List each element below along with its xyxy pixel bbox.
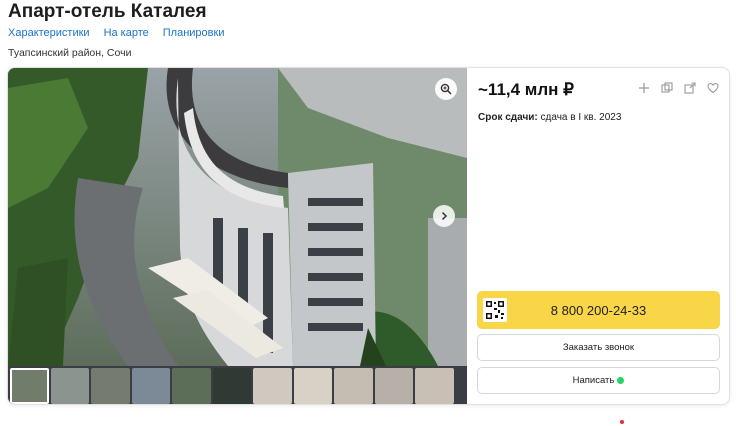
listing-card: ~11,4 млн ₽ Срок сдачи: сдача в I кв. 20… — [7, 67, 730, 405]
building-photo — [8, 68, 467, 366]
thumbnail[interactable] — [91, 368, 130, 404]
phone-number: 8 800 200-24-33 — [550, 302, 647, 318]
write-message-button[interactable]: Написать — [477, 367, 720, 394]
listing-sidebar: ~11,4 млн ₽ Срок сдачи: сдача в I кв. 20… — [467, 68, 729, 404]
page-title: Апарт-отель Каталея — [8, 1, 207, 22]
section-tabs: Характеристики На карте Планировки — [8, 27, 224, 39]
thumbnail[interactable] — [253, 368, 292, 404]
thumbnail[interactable] — [131, 368, 170, 404]
heart-icon[interactable] — [707, 81, 719, 94]
main-photo[interactable] — [8, 68, 467, 366]
tab-on-map[interactable]: На карте — [104, 27, 149, 39]
whatsapp-icon — [617, 377, 625, 384]
plus-icon[interactable] — [638, 81, 650, 93]
thumbnail[interactable] — [172, 368, 211, 404]
tab-characteristics[interactable]: Характеристики — [8, 27, 90, 39]
action-icons — [638, 81, 719, 94]
thumbnail[interactable] — [293, 368, 332, 404]
tab-layouts[interactable]: Планировки — [163, 27, 225, 39]
deadline-label: Срок сдачи: — [478, 112, 538, 123]
request-call-button[interactable]: Заказать звонок — [477, 334, 720, 361]
red-dot — [620, 420, 624, 424]
photo-gallery — [8, 68, 467, 404]
thumbnail[interactable] — [10, 368, 49, 404]
thumbnail[interactable] — [415, 368, 454, 404]
request-call-label: Заказать звонок — [562, 342, 635, 353]
phone-button[interactable]: 8 800 200-24-33 — [477, 291, 720, 329]
zoom-in-icon[interactable] — [435, 78, 457, 100]
thumbnail[interactable] — [50, 368, 89, 404]
share-icon[interactable] — [684, 81, 696, 94]
chevron-right-icon[interactable] — [433, 205, 455, 227]
deadline-value: сдача в I кв. 2023 — [540, 112, 622, 123]
deadline-row: Срок сдачи: сдача в I кв. 2023 — [478, 112, 720, 123]
thumbnail[interactable] — [334, 368, 373, 404]
thumbnail[interactable] — [374, 368, 413, 404]
thumbnail[interactable] — [212, 368, 251, 404]
write-message-label: Написать — [572, 375, 615, 386]
thumbnail-strip — [8, 366, 467, 404]
location-text: Туапсинский район, Сочи — [8, 47, 132, 59]
qr-code-icon[interactable] — [483, 298, 507, 322]
compare-icon[interactable] — [661, 81, 673, 93]
